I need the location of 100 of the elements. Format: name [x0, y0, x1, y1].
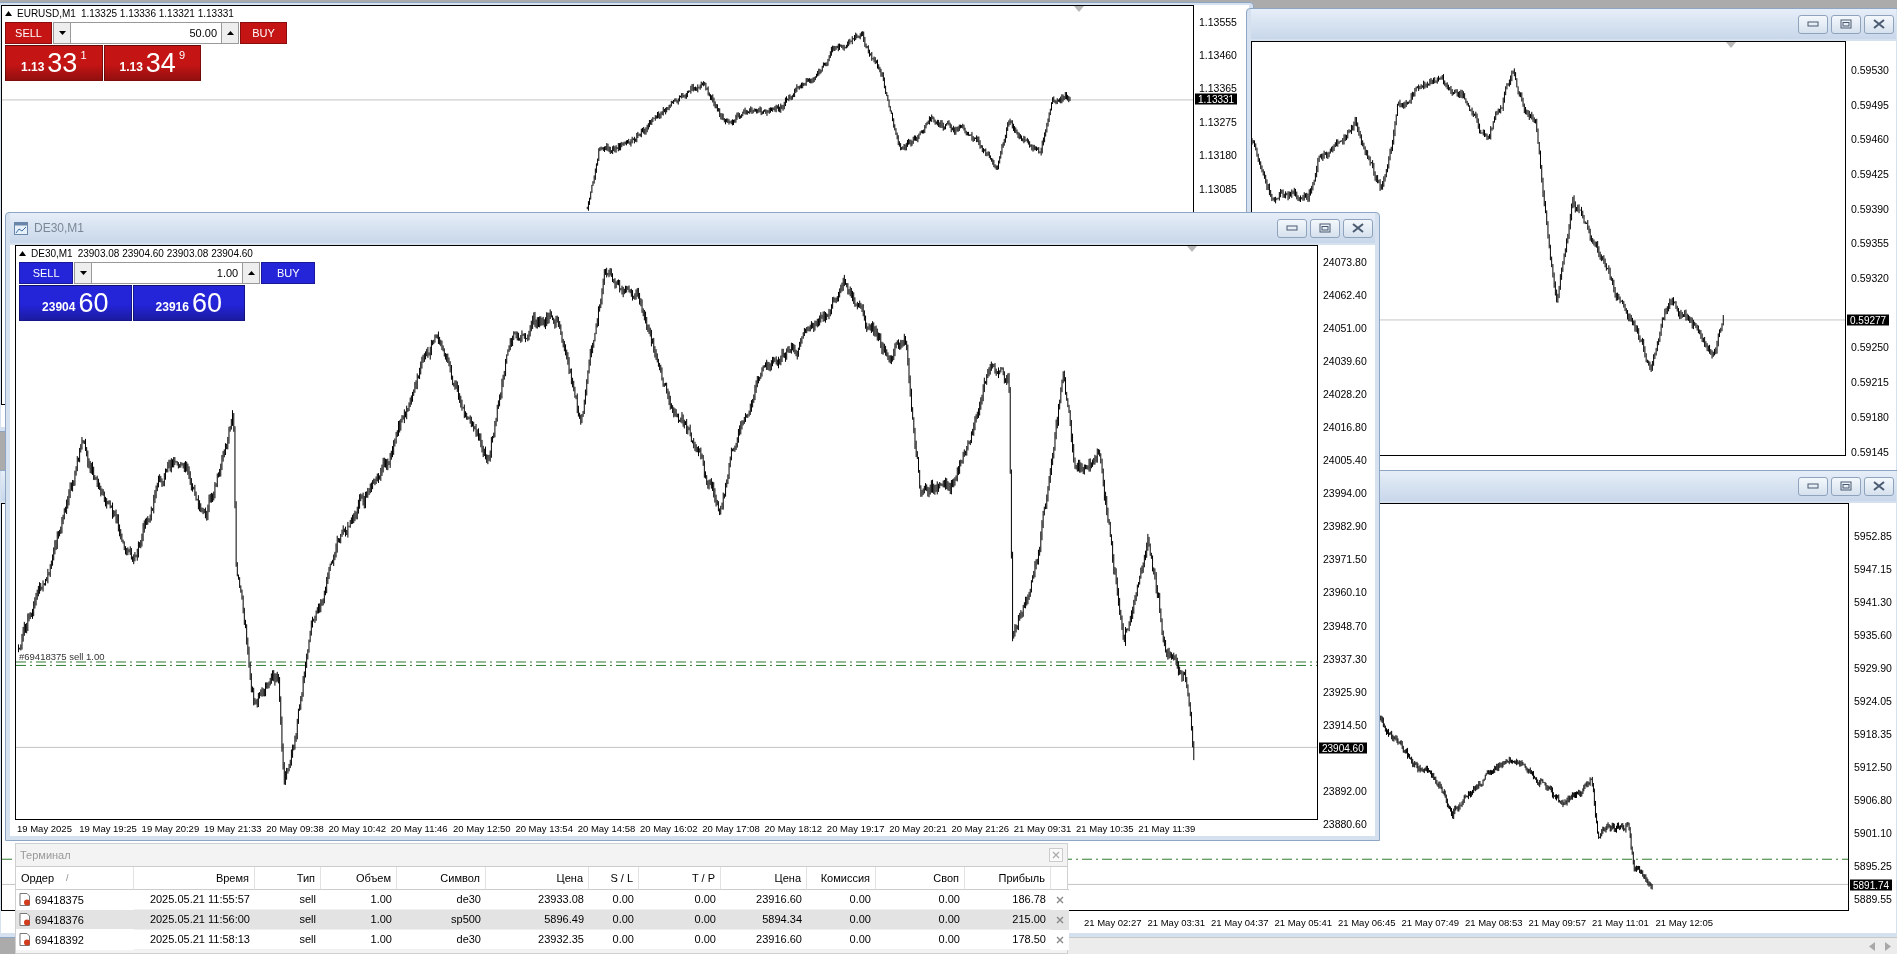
close-icon: [1052, 851, 1060, 859]
maximize-icon: [1840, 19, 1852, 29]
price-label: 23994.00: [1323, 487, 1367, 500]
price-label: 0.59425: [1851, 168, 1889, 181]
time-label: 21 May 05:41: [1273, 916, 1334, 928]
price-label: 23948.70: [1323, 619, 1367, 632]
lot-size-field[interactable]: 50.00: [71, 22, 222, 44]
price-label: 24028.20: [1323, 387, 1367, 400]
decrease-button[interactable]: [53, 22, 72, 44]
time-label: 20 May 20:21: [888, 822, 948, 834]
panel-title: Терминал: [20, 849, 71, 861]
scroll-left-icon[interactable]: [1869, 941, 1875, 951]
price-label: 23925.90: [1323, 685, 1367, 698]
close-icon[interactable]: [1056, 936, 1064, 944]
time-label: 21 May 11:39: [1137, 822, 1197, 834]
minimize-button[interactable]: [1798, 14, 1828, 34]
time-label: 20 May 09:38: [265, 822, 325, 834]
price-label: 0.59460: [1851, 133, 1889, 146]
table-cell: 0.00: [876, 910, 965, 930]
price-label: 5929.90: [1854, 662, 1892, 674]
table-cell: sp500: [397, 910, 486, 930]
close-icon: [1873, 19, 1885, 29]
table-cell: 215.00: [965, 910, 1051, 930]
time-label: 20 May 13:54: [514, 822, 574, 834]
price-label: 23937.30: [1323, 652, 1367, 665]
table-row[interactable]: 69418376: [16, 910, 134, 929]
time-label: 21 May 09:31: [1012, 822, 1073, 834]
scrollbar[interactable]: [1068, 937, 1897, 954]
sell-button[interactable]: SELL: [19, 262, 74, 284]
increase-button[interactable]: [221, 22, 240, 44]
price-pips: 60: [78, 287, 109, 319]
current-price-tag: 5891.74: [1850, 879, 1893, 891]
price-label: 0.59215: [1851, 376, 1889, 389]
collapse-triangle-icon[interactable]: [5, 11, 12, 16]
minimize-button[interactable]: [1798, 476, 1828, 496]
price-label: 24073.80: [1323, 255, 1367, 268]
time-label: 20 May 11:46: [389, 822, 449, 834]
buy-price-panel[interactable]: 23916 60: [132, 285, 245, 321]
buy-button[interactable]: BUY: [261, 262, 316, 284]
chart-window-icon: [14, 221, 28, 235]
price-pips: 34: [145, 47, 176, 79]
collapse-triangle-icon[interactable]: [19, 251, 26, 256]
price-label: 0.59530: [1851, 64, 1889, 76]
table-cell: 5894.34: [721, 910, 807, 930]
price-label: 1.13085: [1199, 182, 1237, 195]
price-label: 5924.05: [1854, 695, 1892, 707]
price-fraction: 1: [80, 49, 87, 61]
price-label: 23971.50: [1323, 553, 1367, 566]
shift-marker-icon: [1073, 6, 1084, 12]
time-label: 21 May 07:49: [1400, 916, 1461, 928]
shift-marker-icon: [1186, 246, 1197, 252]
price-label: 5906.80: [1854, 794, 1892, 806]
time-label: 19 May 21:33: [202, 822, 263, 834]
minimize-button[interactable]: [1277, 218, 1307, 238]
increase-button[interactable]: [242, 262, 261, 284]
time-label: 20 May 10:42: [327, 822, 388, 834]
price-label: 24051.00: [1323, 321, 1367, 334]
symbol-label: EURUSD,M1: [17, 8, 76, 19]
close-button[interactable]: [1864, 14, 1894, 34]
buy-button[interactable]: BUY: [240, 22, 288, 44]
sell-button[interactable]: SELL: [5, 22, 53, 44]
ohlc-values: 23903.08 23904.60 23903.08 23904.60: [77, 248, 253, 259]
close-icon[interactable]: [1056, 896, 1064, 904]
price-pips: 33: [47, 47, 78, 79]
price-label: 5889.55: [1854, 893, 1892, 905]
minimize-icon: [1286, 225, 1298, 231]
caret-down-icon: [79, 271, 87, 275]
time-label: 20 May 21:26: [950, 822, 1011, 834]
minimize-icon: [1807, 21, 1819, 27]
price-label: 0.59355: [1851, 237, 1889, 250]
price-label: 5912.50: [1854, 761, 1892, 773]
time-label: 20 May 18:12: [763, 822, 824, 834]
decrease-button[interactable]: [74, 262, 93, 284]
caret-up-icon: [247, 271, 255, 275]
price-label: 0.59320: [1851, 272, 1889, 285]
close-button[interactable]: [1343, 218, 1373, 238]
price-prefix: 23916: [155, 300, 189, 314]
close-icon[interactable]: [1056, 916, 1064, 924]
window-title: DE30,M1: [34, 221, 85, 235]
time-label: 20 May 16:02: [638, 822, 699, 834]
price-label: 0.59250: [1851, 341, 1889, 354]
price-label: 23914.50: [1323, 718, 1367, 731]
price-label: 24062.40: [1323, 288, 1367, 301]
table-cell: 5896.49: [486, 910, 589, 930]
price-label: 23982.90: [1323, 520, 1367, 533]
time-label: 21 May 03:31: [1146, 916, 1207, 928]
lot-size-field[interactable]: 1.00: [92, 262, 243, 284]
close-button[interactable]: [1864, 476, 1894, 496]
table-cell: 1.00: [321, 910, 397, 930]
price-fraction: 9: [178, 49, 185, 61]
price-label: 23960.10: [1323, 586, 1367, 599]
order-icon: [19, 933, 31, 946]
sell-price-panel[interactable]: 23904 60: [19, 285, 132, 321]
scroll-right-icon[interactable]: [1885, 941, 1891, 951]
maximize-icon: [1319, 223, 1331, 233]
table-cell: 0.00: [639, 910, 721, 930]
order-label: #69418375 sell 1.00: [19, 651, 105, 662]
maximize-icon: [1840, 481, 1852, 491]
price-label: 5901.10: [1854, 827, 1892, 839]
table-cell: 69418392: [35, 933, 84, 946]
